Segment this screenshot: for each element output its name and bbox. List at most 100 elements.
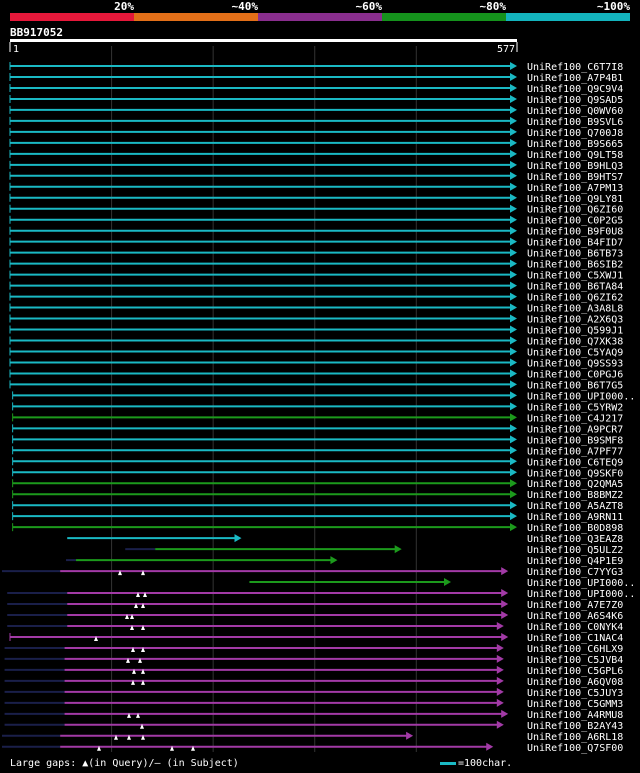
hit-arrow (406, 731, 414, 740)
hit-arrow (510, 292, 517, 301)
hit-label: UniRef100_C0P2G5 (527, 216, 623, 227)
hit-arrow (501, 611, 509, 619)
hit-label: UniRef100_B6T7G5 (527, 380, 623, 391)
hit-label: UniRef100_C5GPL6 (527, 666, 623, 677)
hit-label: UniRef100_B9HLQ3 (527, 161, 623, 172)
hit-label: UniRef100_Q9SS93 (527, 358, 623, 369)
hit-label: UniRef100_B9SVL6 (527, 117, 623, 128)
hit-label: UniRef100_A3A8L8 (527, 304, 623, 315)
hit-arrow (510, 237, 517, 246)
hit-label: UniRef100_C1NAC4 (527, 633, 623, 644)
hit-label: UniRef100_Q5ULZ2 (527, 545, 623, 556)
hit-label: UniRef100_B9HTS7 (527, 172, 623, 183)
hit-label: UniRef100_Q0WV60 (527, 106, 623, 117)
hit-label: UniRef100_B0D898 (527, 523, 623, 534)
hit-label: UniRef100_A7PF77 (527, 446, 623, 457)
hit-arrow (510, 336, 517, 345)
hit-label: UniRef100_C4J217 (527, 413, 623, 424)
hit-arrow (496, 687, 504, 696)
scale-legend: =100char. (440, 758, 512, 769)
hit-arrow (486, 742, 494, 751)
hit-label: UniRef100_Q9LT58 (527, 150, 623, 161)
query-start-label: 1 (13, 44, 19, 55)
hit-label: UniRef100_A6RL18 (527, 732, 623, 743)
hit-arrow (510, 215, 517, 224)
hit-arrow (443, 578, 451, 587)
hit-arrow (510, 149, 517, 158)
hit-label: UniRef100_B6TA84 (527, 282, 623, 293)
hit-arrow (510, 446, 517, 455)
hit-label: UniRef100_B9F0U8 (527, 227, 623, 238)
scale-label: =100char. (458, 758, 513, 769)
hit-arrow (510, 62, 517, 70)
hit-label: UniRef100_B9SMF8 (527, 435, 623, 446)
hit-label: UniRef100_UPI000.. (527, 589, 635, 600)
hit-arrow (510, 479, 517, 488)
hit-arrow (510, 138, 517, 147)
hit-label: UniRef100_C5YRW2 (527, 402, 623, 413)
hit-label: UniRef100_Q7SF00 (527, 743, 623, 754)
hit-label: UniRef100_Q599J1 (527, 326, 623, 337)
hit-arrow (510, 83, 517, 92)
hit-label: UniRef100_Q3EAZ8 (527, 534, 623, 545)
hit-label: UniRef100_B6SIB2 (527, 260, 623, 271)
hit-arrow (501, 709, 509, 718)
query-axis-bar (10, 39, 517, 42)
hit-arrow (510, 413, 517, 422)
hit-arrow (501, 600, 509, 609)
hit-label: UniRef100_Q9C9V4 (527, 84, 623, 95)
hit-label: UniRef100_C5XWJ1 (527, 271, 623, 282)
hit-arrow (510, 490, 517, 499)
hit-label: UniRef100_B6TB73 (527, 249, 623, 260)
hit-label: UniRef100_A2X6Q3 (527, 315, 623, 326)
hit-arrow (510, 402, 517, 411)
hit-arrow (501, 567, 509, 576)
hit-arrow (510, 501, 517, 510)
hit-label: UniRef100_B9S665 (527, 139, 623, 150)
alignment-plot: 1 577UniRef100_C6T7I8UniRef100_A7P4B1UniR… (2, 39, 635, 754)
hit-label: UniRef100_C5JUY3 (527, 688, 623, 699)
hit-label: UniRef100_C5JVB4 (527, 655, 623, 666)
hit-arrow (510, 303, 517, 312)
hit-label: UniRef100_A7E7Z0 (527, 600, 623, 611)
hit-arrow (510, 369, 517, 378)
hit-arrow (510, 105, 517, 114)
hit-label: UniRef100_Q7XK38 (527, 337, 623, 348)
hit-label: UniRef100_C6HLX9 (527, 644, 623, 655)
hit-label: UniRef100_A9RN11 (527, 512, 623, 523)
hit-label: UniRef100_Q6ZI60 (527, 205, 623, 216)
hit-arrow (510, 347, 517, 356)
hit-arrow (510, 457, 517, 466)
hit-label: UniRef100_A4RMU8 (527, 710, 623, 721)
hit-arrow (510, 314, 517, 323)
hit-label: UniRef100_C7YYG3 (527, 567, 623, 578)
hit-label: UniRef100_Q700J8 (527, 128, 623, 139)
hit-arrow (501, 632, 509, 641)
scale-bar (440, 762, 456, 765)
hit-arrow (510, 160, 517, 169)
hit-label: UniRef100_C5GMM3 (527, 699, 623, 710)
hit-arrow (330, 556, 338, 565)
hit-label: UniRef100_A6S4K6 (527, 611, 623, 622)
hit-arrow (510, 116, 517, 125)
hit-arrow (510, 435, 517, 444)
gaps-legend: Large gaps: ▲(in Query)/– (in Subject) (10, 758, 239, 769)
hit-arrow (510, 226, 517, 235)
hit-arrow (510, 193, 517, 202)
hit-arrow (510, 204, 517, 213)
hit-label: UniRef100_B2AY43 (527, 721, 623, 732)
hit-label: UniRef100_C0NYK4 (527, 622, 623, 633)
hit-label: UniRef100_UPI000.. (527, 578, 635, 589)
hit-label: UniRef100_C6TEQ9 (527, 457, 623, 468)
hit-label: UniRef100_Q9SAD5 (527, 95, 623, 106)
hit-label: UniRef100_A7PM13 (527, 183, 623, 194)
hit-arrow (234, 534, 242, 543)
hit-arrow (501, 589, 509, 598)
hit-label: UniRef100_C0PGJ6 (527, 369, 623, 380)
hit-label: UniRef100_B4FID7 (527, 238, 623, 249)
hit-arrow (496, 698, 504, 707)
hit-label: UniRef100_UPI000.. (527, 391, 635, 402)
hit-label: UniRef100_Q6ZI62 (527, 293, 623, 304)
hit-arrow (496, 720, 504, 729)
hit-arrow (510, 424, 517, 433)
